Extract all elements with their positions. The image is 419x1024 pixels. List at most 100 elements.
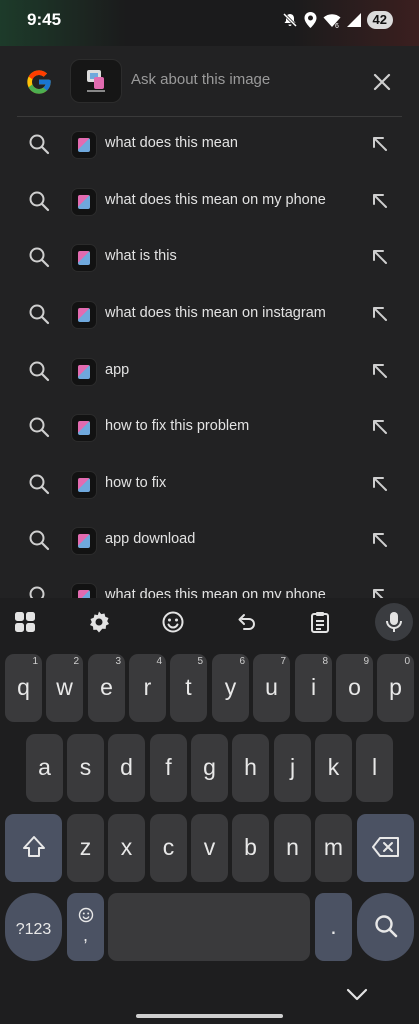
fill-query-arrow-icon[interactable] xyxy=(370,134,390,154)
gesture-handle[interactable] xyxy=(136,1014,283,1018)
image-thumbnail[interactable] xyxy=(70,59,122,103)
search-icon xyxy=(28,416,50,438)
key-k[interactable]: k xyxy=(315,734,352,802)
settings-gear-icon[interactable] xyxy=(87,610,111,634)
symbols-key[interactable]: ?123 xyxy=(5,893,62,961)
key-y[interactable]: y6 xyxy=(212,654,249,722)
fill-query-arrow-icon[interactable] xyxy=(370,530,390,550)
suggestion-item[interactable]: what does this mean on my phone xyxy=(0,173,419,229)
key-c[interactable]: c xyxy=(150,814,187,882)
key-n[interactable]: n xyxy=(274,814,311,882)
key-e[interactable]: e3 xyxy=(88,654,125,722)
close-icon[interactable] xyxy=(370,70,394,94)
key-p[interactable]: p0 xyxy=(377,654,414,722)
search-icon xyxy=(28,473,50,495)
navigation-bar xyxy=(0,972,419,1024)
backspace-icon xyxy=(371,837,399,857)
image-thumbnail-small xyxy=(71,414,97,442)
image-thumbnail-small xyxy=(71,527,97,555)
shift-arrow-icon xyxy=(22,836,45,857)
key-h[interactable]: h xyxy=(232,734,269,802)
suggestion-text: what does this mean on my phone xyxy=(105,192,326,208)
hide-keyboard-chevron-down-icon[interactable] xyxy=(346,988,368,1002)
wifi-icon: 6 xyxy=(323,13,341,28)
google-logo-icon[interactable] xyxy=(25,68,53,96)
apps-grid-icon[interactable] xyxy=(13,610,37,634)
search-key[interactable] xyxy=(357,893,414,961)
keyboard: q1 w2 e3 r4 t5 y6 u7 i8 o9 p0 a s d f g … xyxy=(0,598,419,1024)
svg-text:6: 6 xyxy=(335,23,339,28)
key-v[interactable]: v xyxy=(191,814,228,882)
period-key[interactable]: . xyxy=(315,893,352,961)
suggestion-item[interactable]: what does this mean on instagram xyxy=(0,286,419,342)
emoji-small-icon xyxy=(78,907,93,923)
space-bar[interactable] xyxy=(108,893,310,961)
fill-query-arrow-icon[interactable] xyxy=(370,247,390,267)
signal-icon xyxy=(346,13,361,27)
key-w[interactable]: w2 xyxy=(46,654,83,722)
key-g[interactable]: g xyxy=(191,734,228,802)
suggestion-item[interactable]: what does this mean on my phone xyxy=(0,568,419,600)
key-d[interactable]: d xyxy=(108,734,145,802)
key-u[interactable]: u7 xyxy=(253,654,290,722)
suggestion-item[interactable]: what is this xyxy=(0,229,419,285)
suggestion-text: app xyxy=(105,362,130,378)
emoji-icon[interactable] xyxy=(161,610,185,634)
suggestion-list: what does this mean what does this mean … xyxy=(0,116,419,600)
key-r[interactable]: r4 xyxy=(129,654,166,722)
keyboard-toolbar xyxy=(0,598,419,646)
key-o[interactable]: o9 xyxy=(336,654,373,722)
search-icon xyxy=(28,133,50,155)
suggestion-item[interactable]: how to fix this problem xyxy=(0,399,419,455)
status-time: 9:45 xyxy=(27,10,62,29)
comma-label: , xyxy=(82,925,88,945)
suggestion-text: how to fix this problem xyxy=(105,418,250,434)
key-a[interactable]: a xyxy=(26,734,63,802)
undo-icon[interactable] xyxy=(234,610,258,634)
suggestion-text: how to fix xyxy=(105,475,167,491)
key-x[interactable]: x xyxy=(108,814,145,882)
key-l[interactable]: l xyxy=(356,734,393,802)
fill-query-arrow-icon[interactable] xyxy=(370,304,390,324)
search-icon xyxy=(28,360,50,382)
fill-query-arrow-icon[interactable] xyxy=(370,417,390,437)
key-t[interactable]: t5 xyxy=(170,654,207,722)
suggestion-item[interactable]: what does this mean xyxy=(0,116,419,172)
status-icons: 6 42 xyxy=(282,11,393,29)
search-icon xyxy=(28,529,50,551)
image-thumbnail-small xyxy=(71,358,97,386)
key-z[interactable]: z xyxy=(67,814,104,882)
emoji-comma-key[interactable]: , xyxy=(67,893,104,961)
voice-input-button[interactable] xyxy=(375,603,413,641)
key-s[interactable]: s xyxy=(67,734,104,802)
suggestion-text: what does this mean xyxy=(105,135,238,151)
backspace-key[interactable] xyxy=(357,814,414,882)
suggestion-item[interactable]: app xyxy=(0,343,419,399)
suggestion-text: what does this mean on instagram xyxy=(105,305,326,321)
location-icon xyxy=(304,12,317,28)
search-header xyxy=(0,56,419,106)
image-thumbnail-small xyxy=(71,131,97,159)
key-f[interactable]: f xyxy=(150,734,187,802)
image-thumbnail-small xyxy=(71,244,97,272)
screen: 9:45 6 42 Ask about this image what does… xyxy=(0,0,419,1024)
shift-key[interactable] xyxy=(5,814,62,882)
fill-query-arrow-icon[interactable] xyxy=(370,361,390,381)
mute-icon xyxy=(282,12,298,28)
key-b[interactable]: b xyxy=(232,814,269,882)
battery-indicator: 42 xyxy=(366,11,393,29)
clipboard-icon[interactable] xyxy=(308,610,332,634)
search-icon xyxy=(28,190,50,212)
key-q[interactable]: q1 xyxy=(5,654,42,722)
suggestion-item[interactable]: how to fix xyxy=(0,456,419,512)
image-thumbnail-small xyxy=(71,301,97,329)
suggestion-item[interactable]: app download xyxy=(0,512,419,568)
search-input[interactable] xyxy=(131,71,361,88)
key-m[interactable]: m xyxy=(315,814,352,882)
key-i[interactable]: i8 xyxy=(295,654,332,722)
fill-query-arrow-icon[interactable] xyxy=(370,474,390,494)
fill-query-arrow-icon[interactable] xyxy=(370,191,390,211)
search-icon xyxy=(28,246,50,268)
key-j[interactable]: j xyxy=(274,734,311,802)
image-preview-icon xyxy=(87,70,105,92)
